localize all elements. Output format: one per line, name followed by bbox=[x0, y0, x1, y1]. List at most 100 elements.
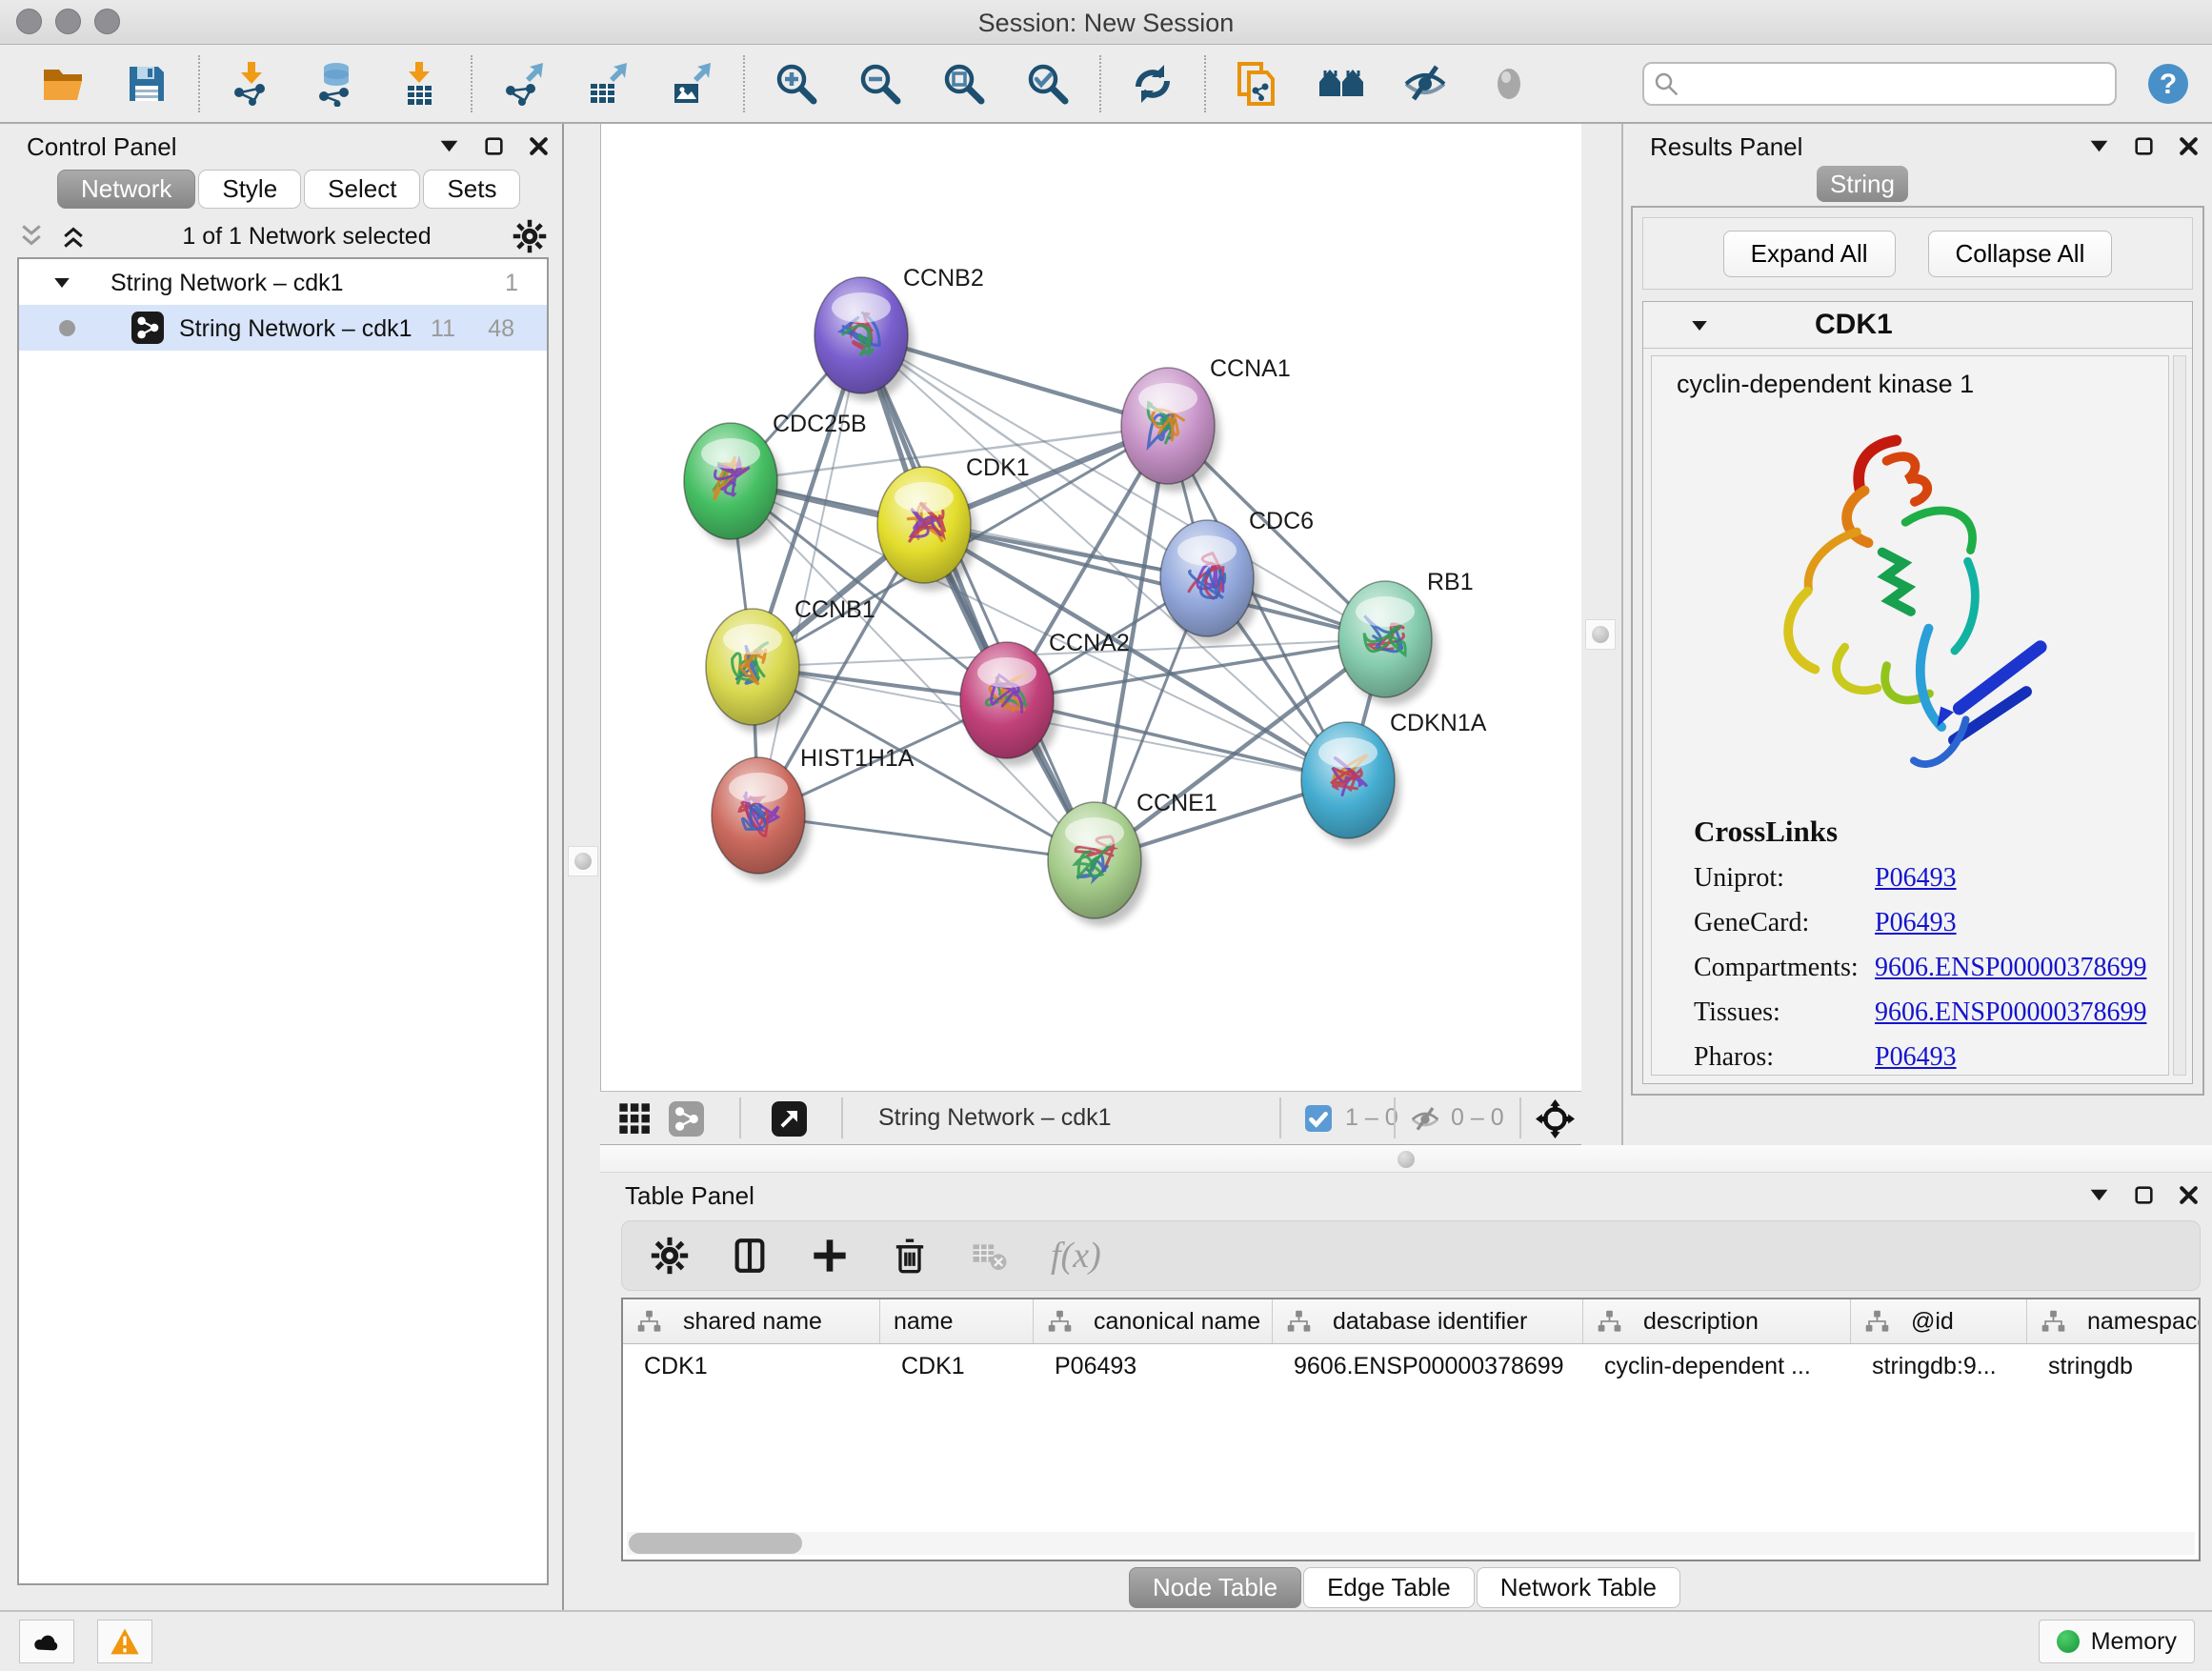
panel-menu-icon[interactable] bbox=[437, 134, 461, 158]
right-splitter-handle[interactable] bbox=[1585, 619, 1616, 650]
network-node-CCNB2[interactable]: CCNB2 bbox=[814, 265, 984, 401]
network-canvas[interactable]: CCNB2CCNA1CDC25BCDK1CDC6RB1CCNB1CCNA2CDK… bbox=[600, 124, 1581, 1091]
panel-float-icon[interactable] bbox=[2132, 134, 2156, 158]
export-network-button[interactable] bbox=[501, 61, 547, 107]
network-graph[interactable]: CCNB2CCNA1CDC25BCDK1CDC6RB1CCNB1CCNA2CDK… bbox=[601, 124, 1582, 1091]
collection-expand-icon[interactable] bbox=[51, 272, 72, 293]
fit-content-crosshair-icon[interactable] bbox=[1536, 1099, 1575, 1138]
network-node-CCNB1[interactable]: CCNB1 bbox=[706, 596, 875, 733]
open-session-button[interactable] bbox=[40, 61, 86, 107]
search-input[interactable] bbox=[1642, 62, 2117, 106]
delete-table-icon[interactable] bbox=[971, 1237, 1009, 1275]
zoom-out-button[interactable] bbox=[857, 61, 903, 107]
cloud-icon bbox=[31, 1626, 62, 1657]
left-splitter-handle[interactable] bbox=[568, 846, 598, 876]
column-header-shared-name[interactable]: shared name bbox=[623, 1299, 880, 1343]
import-database-button[interactable] bbox=[312, 61, 358, 107]
column-header-canonical-name[interactable]: canonical name bbox=[1034, 1299, 1273, 1343]
selected-counts: 1 – 0 bbox=[1345, 1104, 1398, 1132]
column-header-name[interactable]: name bbox=[880, 1299, 1034, 1343]
network-collection-row[interactable]: String Network – cdk1 1 bbox=[19, 259, 547, 305]
network-node-CCNE1[interactable]: CCNE1 bbox=[1048, 790, 1217, 926]
zoom-in-button[interactable] bbox=[774, 61, 819, 107]
network-node-CDKN1A[interactable]: CDKN1A bbox=[1301, 710, 1487, 846]
export-table-button[interactable] bbox=[585, 61, 631, 107]
network-node-CDC6[interactable]: CDC6 bbox=[1160, 508, 1314, 644]
tab-network-table[interactable]: Network Table bbox=[1477, 1567, 1680, 1608]
collapse-all-networks-icon[interactable] bbox=[59, 222, 88, 251]
open-in-window-icon[interactable] bbox=[772, 1101, 807, 1137]
horizontal-splitter[interactable] bbox=[600, 1145, 2212, 1173]
home-button[interactable] bbox=[1318, 61, 1364, 107]
refresh-button[interactable] bbox=[1130, 61, 1176, 107]
table-toolbar: f(x) bbox=[621, 1220, 2201, 1291]
tab-node-table[interactable]: Node Table bbox=[1129, 1567, 1301, 1608]
expand-all-button[interactable]: Expand All bbox=[1723, 231, 1896, 277]
panel-float-icon[interactable] bbox=[482, 134, 506, 158]
column-header-@id[interactable]: @id bbox=[1851, 1299, 2027, 1343]
table-panel: Table Panel f(x) shared namenamecanonica… bbox=[600, 1173, 2212, 1610]
network-options-gear-icon[interactable] bbox=[513, 219, 547, 253]
tab-select[interactable]: Select bbox=[304, 170, 420, 209]
export-image-button[interactable] bbox=[669, 61, 714, 107]
zoom-fit-button[interactable] bbox=[941, 61, 987, 107]
warnings-button[interactable] bbox=[97, 1620, 152, 1663]
network-node-RB1[interactable]: RB1 bbox=[1338, 569, 1474, 705]
table-horizontal-scrollbar[interactable] bbox=[627, 1532, 2195, 1555]
crosslink-link[interactable]: P06493 bbox=[1875, 863, 1957, 894]
column-header-description[interactable]: description bbox=[1583, 1299, 1851, 1343]
crosslink-link[interactable]: 9606.ENSP00000378699 bbox=[1875, 997, 2146, 1028]
tab-string[interactable]: String bbox=[1817, 166, 1908, 202]
show-all-button[interactable] bbox=[1486, 61, 1532, 107]
trash-icon[interactable] bbox=[891, 1237, 929, 1275]
hide-selected-button[interactable] bbox=[1402, 61, 1448, 107]
panel-float-icon[interactable] bbox=[2132, 1183, 2156, 1207]
zoom-selected-button[interactable] bbox=[1025, 61, 1071, 107]
panel-close-icon[interactable] bbox=[2177, 134, 2201, 158]
crosslink-link[interactable]: P06493 bbox=[1875, 1042, 1957, 1073]
panel-menu-icon[interactable] bbox=[2087, 1183, 2111, 1207]
tab-network[interactable]: Network bbox=[57, 170, 195, 209]
network-node-CCNA2[interactable]: CCNA2 bbox=[960, 630, 1130, 766]
help-button[interactable]: ? bbox=[2145, 61, 2191, 107]
function-builder-icon[interactable]: f(x) bbox=[1051, 1235, 1101, 1277]
crosslink-link[interactable]: 9606.ENSP00000378699 bbox=[1875, 953, 2146, 983]
network-row[interactable]: String Network – cdk1 11 48 bbox=[19, 305, 547, 351]
tab-edge-table[interactable]: Edge Table bbox=[1303, 1567, 1475, 1608]
column-header-database-identifier[interactable]: database identifier bbox=[1273, 1299, 1583, 1343]
table-row[interactable]: CDK1CDK1P064939606.ENSP00000378699cyclin… bbox=[623, 1344, 2199, 1388]
import-network-button[interactable] bbox=[229, 61, 274, 107]
cloud-button[interactable] bbox=[19, 1620, 74, 1663]
save-session-button[interactable] bbox=[124, 61, 170, 107]
network-node-HIST1H1A[interactable]: HIST1H1A bbox=[712, 745, 915, 881]
panel-menu-icon[interactable] bbox=[2087, 134, 2111, 158]
search-box bbox=[1642, 62, 2117, 106]
network-type-icon[interactable] bbox=[669, 1101, 704, 1137]
clone-network-button[interactable] bbox=[1235, 61, 1280, 107]
collection-label: String Network – cdk1 bbox=[111, 270, 344, 297]
section-expand-icon[interactable] bbox=[1689, 315, 1710, 336]
selected-nodes-checkbox[interactable] bbox=[1305, 1105, 1332, 1132]
tab-style[interactable]: Style bbox=[198, 170, 301, 209]
network-node-CCNA1[interactable]: CCNA1 bbox=[1121, 355, 1291, 492]
columns-icon[interactable] bbox=[731, 1237, 769, 1275]
panel-close-icon[interactable] bbox=[2177, 1183, 2201, 1207]
protein-section-header[interactable]: CDK1 bbox=[1643, 302, 2192, 349]
network-node-CDK1[interactable]: CDK1 bbox=[877, 454, 1030, 591]
node-label-RB1: RB1 bbox=[1427, 569, 1474, 595]
tab-sets[interactable]: Sets bbox=[423, 170, 520, 209]
gear-icon[interactable] bbox=[651, 1237, 689, 1275]
panel-close-icon[interactable] bbox=[527, 134, 551, 158]
collapse-all-button[interactable]: Collapse All bbox=[1928, 231, 2113, 277]
scrollbar-thumb[interactable] bbox=[629, 1533, 802, 1554]
memory-button[interactable]: Memory bbox=[2039, 1620, 2195, 1663]
column-header-namespace[interactable]: namespace bbox=[2027, 1299, 2201, 1343]
import-table-button[interactable] bbox=[396, 61, 442, 107]
results-vertical-scrollbar[interactable] bbox=[2173, 355, 2186, 1076]
birds-eye-view-icon[interactable] bbox=[617, 1101, 653, 1137]
warning-icon bbox=[110, 1626, 140, 1657]
add-icon[interactable] bbox=[811, 1237, 849, 1275]
expand-all-networks-icon[interactable] bbox=[17, 222, 46, 251]
hidden-items-icon[interactable] bbox=[1410, 1104, 1440, 1135]
crosslink-link[interactable]: P06493 bbox=[1875, 908, 1957, 938]
